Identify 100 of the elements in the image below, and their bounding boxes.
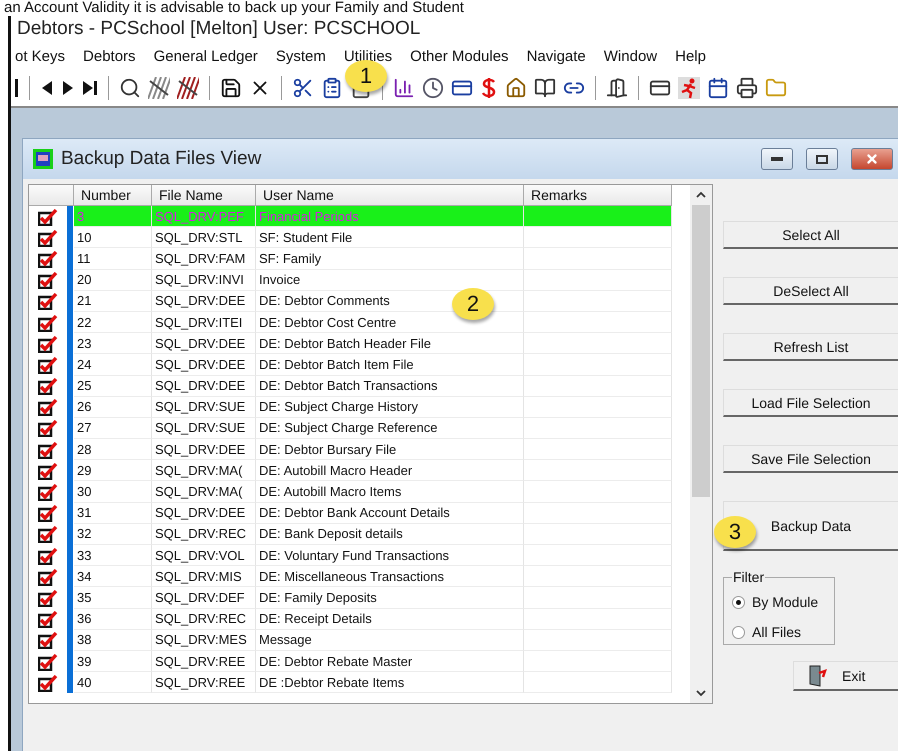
radio-label: By Module <box>752 594 818 610</box>
checkbox-icon[interactable] <box>38 398 58 416</box>
running-figure-icon[interactable] <box>678 77 700 99</box>
door-icon[interactable] <box>606 77 628 99</box>
checkbox-icon[interactable] <box>38 462 58 480</box>
hatched-icon[interactable] <box>177 77 199 99</box>
house-icon[interactable] <box>505 77 527 99</box>
clipboard-icon[interactable] <box>321 77 343 99</box>
action-button[interactable]: Refresh List <box>723 333 898 361</box>
table-cell: 38 <box>74 630 152 651</box>
dollar-icon[interactable] <box>480 77 498 99</box>
action-button[interactable]: Save File Selection <box>723 445 898 473</box>
checkbox-icon[interactable] <box>38 271 58 290</box>
table-cell: DE: Bank Deposit details <box>256 524 524 545</box>
menu-item[interactable]: Debtors <box>74 48 145 64</box>
checkbox-icon[interactable] <box>38 546 58 565</box>
first-record-icon[interactable] <box>15 79 19 97</box>
checkbox-icon[interactable] <box>38 377 58 396</box>
calendar-icon[interactable] <box>707 77 729 99</box>
menu-item[interactable]: System <box>266 48 335 64</box>
checkbox-icon[interactable] <box>38 334 58 353</box>
radio-button[interactable] <box>732 596 745 608</box>
table-cell: SQL_DRV:PEF <box>152 206 256 228</box>
table-cell: 34 <box>74 566 152 588</box>
menu-item[interactable]: Help <box>666 48 715 64</box>
save-icon[interactable] <box>220 77 242 99</box>
hatched-icon[interactable] <box>148 77 170 99</box>
checkbox-icon[interactable] <box>38 228 58 247</box>
radio-button[interactable] <box>732 626 745 638</box>
table-cell: 23 <box>74 333 152 354</box>
menu-item[interactable]: ot Keys <box>11 48 74 64</box>
exit-button[interactable]: Exit <box>793 661 898 691</box>
checkbox-icon[interactable] <box>38 250 58 268</box>
table-cell: DE: Subject Charge History <box>256 396 524 418</box>
table-cell: SQL_DRV:REC <box>152 608 256 630</box>
dialog-title: Backup Data Files View <box>61 148 262 170</box>
minimize-button[interactable] <box>761 148 793 170</box>
table-cell: DE: Debtor Bursary File <box>256 439 524 460</box>
menu-item[interactable]: Navigate <box>518 48 595 64</box>
checkbox-icon[interactable] <box>38 652 58 671</box>
checkbox-icon[interactable] <box>38 419 58 438</box>
menu-item[interactable]: Other Modules <box>401 48 518 64</box>
action-button[interactable]: Load File Selection <box>723 389 898 417</box>
checkbox-icon[interactable] <box>38 610 58 628</box>
menu-item[interactable]: Window <box>594 48 666 64</box>
clock-icon[interactable] <box>422 77 444 99</box>
printer-icon[interactable] <box>736 77 758 99</box>
table-cell: 36 <box>74 608 152 630</box>
close-button[interactable] <box>851 148 893 170</box>
close-icon <box>865 152 879 166</box>
action-button[interactable]: Select All <box>723 221 898 249</box>
callout-tooltip: 1 <box>345 60 387 92</box>
checkbox-icon[interactable] <box>38 483 58 502</box>
table-cell: DE: Debtor Batch Header File <box>256 333 524 354</box>
action-button[interactable]: DeSelect All <box>723 277 898 305</box>
table-cell: DE: Debtor Bank Account Details <box>256 502 524 524</box>
checkbox-icon[interactable] <box>38 314 58 332</box>
radio-option[interactable]: All Files <box>732 617 826 647</box>
radio-option[interactable]: By Module <box>732 587 826 617</box>
scrollbar-thumb[interactable] <box>692 205 710 497</box>
table-cell: 30 <box>74 481 152 503</box>
table-cell: DE: Debtor Rebate Master <box>256 650 524 672</box>
scissors-icon[interactable] <box>292 77 314 99</box>
table-cell: SQL_DRV:MA( <box>152 460 256 482</box>
next-icon[interactable] <box>61 79 75 97</box>
checkbox-icon[interactable] <box>38 356 58 374</box>
column-header[interactable]: User Name <box>256 185 524 206</box>
checkbox-icon[interactable] <box>38 292 58 310</box>
checkbox-icon[interactable] <box>38 674 58 692</box>
table-cell: 10 <box>74 227 152 248</box>
search-icon[interactable] <box>119 77 141 99</box>
checkbox-icon[interactable] <box>38 504 58 522</box>
bar-chart-icon[interactable] <box>393 77 415 99</box>
menu-item[interactable]: General Ledger <box>144 48 267 64</box>
table-cell: SQL_DRV:MA( <box>152 481 256 503</box>
table-cell: SQL_DRV:DEE <box>152 333 256 354</box>
table-cell: Message <box>256 630 524 651</box>
table-cell: 31 <box>74 502 152 524</box>
maximize-button[interactable] <box>806 148 838 170</box>
table-cell: SQL_DRV:INVI <box>152 270 256 291</box>
corner-header <box>29 185 74 206</box>
last-record-icon[interactable] <box>82 79 98 97</box>
book-icon[interactable] <box>534 77 556 99</box>
checkbox-icon[interactable] <box>38 568 58 586</box>
checkbox-icon[interactable] <box>38 440 58 459</box>
column-header[interactable]: Remarks <box>524 185 672 206</box>
checkbox-icon[interactable] <box>38 208 58 226</box>
table-cell: SQL_DRV:MIS <box>152 566 256 588</box>
checkbox-icon[interactable] <box>38 588 58 607</box>
checkbox-icon[interactable] <box>38 631 58 650</box>
table-cell: DE: Debtor Batch Transactions <box>256 376 524 397</box>
column-header[interactable]: File Name <box>152 185 256 206</box>
table-cell: 35 <box>74 587 152 609</box>
folder-icon[interactable] <box>765 77 787 99</box>
table-cell: 25 <box>74 376 152 397</box>
maximize-icon <box>816 154 828 164</box>
checkbox-icon[interactable] <box>38 525 58 544</box>
table-cell: 3 <box>74 206 152 228</box>
column-header[interactable]: Number <box>74 185 152 206</box>
previous-icon[interactable] <box>40 79 54 97</box>
